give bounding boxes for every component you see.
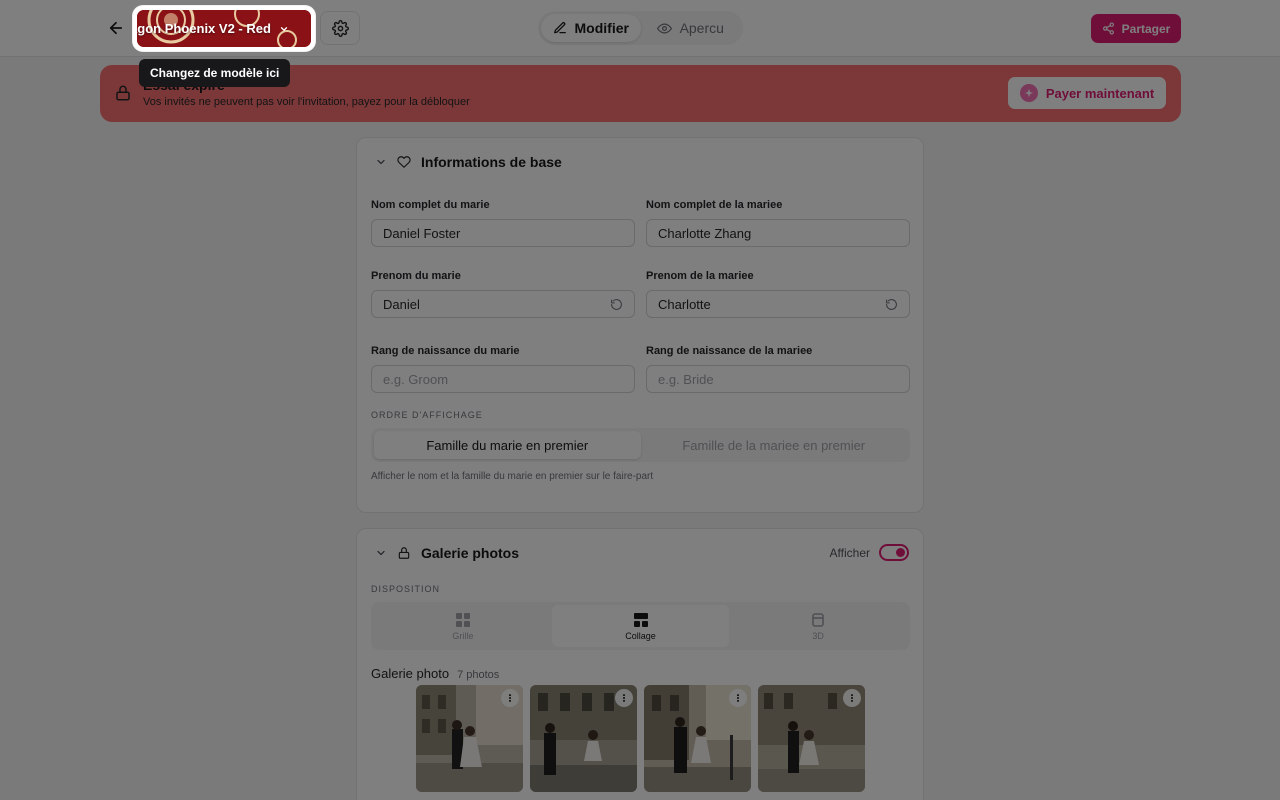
onboarding-overlay [0,0,1280,800]
chevron-down-icon [279,24,289,34]
template-tooltip: Changez de modèle ici [139,59,291,87]
template-selector-inner: ragon Phoenix V2 - Red [137,10,311,47]
template-name: ragon Phoenix V2 - Red [137,21,271,36]
template-selector[interactable]: ragon Phoenix V2 - Red [133,6,315,51]
